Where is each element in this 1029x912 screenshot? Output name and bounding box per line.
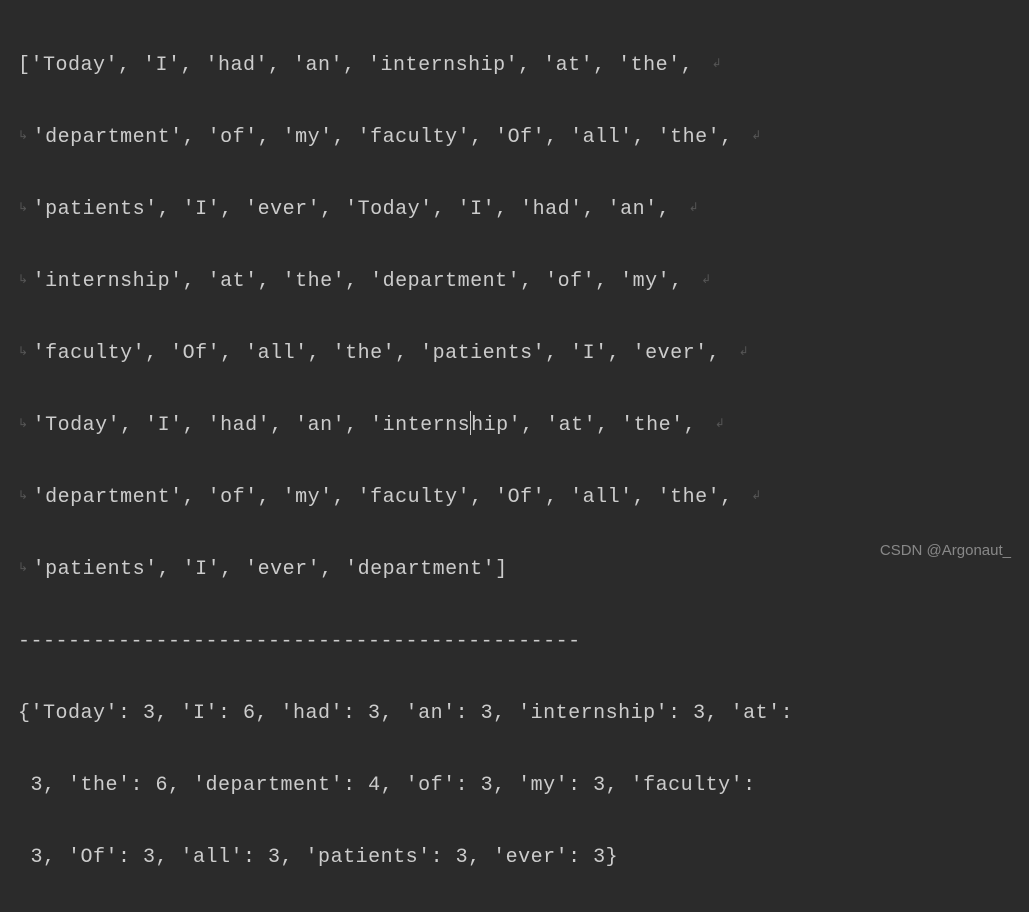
output-line: ↳'internship', 'at', 'the', 'department'… <box>18 264 1011 300</box>
divider-line: ----------------------------------------… <box>18 624 1011 660</box>
output-line: ↳'patients', 'I', 'ever', 'Today', 'I', … <box>18 192 1011 228</box>
output-line: ↳'department', 'of', 'my', 'faculty', 'O… <box>18 480 1011 516</box>
output-line: ↳'Today', 'I', 'had', 'an', 'internship'… <box>18 408 1011 444</box>
output-line: ↳'department', 'of', 'my', 'faculty', 'O… <box>18 120 1011 156</box>
wrap-end-icon: ↲ <box>715 417 726 431</box>
wrap-end-icon: ↲ <box>739 345 750 359</box>
output-line: ↳'faculty', 'Of', 'all', 'the', 'patient… <box>18 336 1011 372</box>
wrap-start-icon: ↳ <box>18 201 29 215</box>
watermark-text: CSDN @Argonaut_ <box>880 537 1011 564</box>
console-output: ['Today', 'I', 'had', 'an', 'internship'… <box>18 12 1011 912</box>
wrap-end-icon: ↲ <box>712 57 723 71</box>
wrap-end-icon: ↲ <box>701 273 712 287</box>
output-line: {'Today': 3, 'I': 6, 'had': 3, 'an': 3, … <box>18 696 1011 732</box>
output-line: ['Today', 'I', 'had', 'an', 'internship'… <box>18 48 1011 84</box>
output-line: ↳'patients', 'I', 'ever', 'department'] <box>18 552 1011 588</box>
wrap-start-icon: ↳ <box>18 273 29 287</box>
wrap-start-icon: ↳ <box>18 417 29 431</box>
wrap-start-icon: ↳ <box>18 129 29 143</box>
wrap-start-icon: ↳ <box>18 345 29 359</box>
output-line: 3, 'Of': 3, 'all': 3, 'patients': 3, 'ev… <box>18 840 1011 876</box>
wrap-end-icon: ↲ <box>751 129 762 143</box>
wrap-end-icon: ↲ <box>689 201 700 215</box>
output-line: 3, 'the': 6, 'department': 4, 'of': 3, '… <box>18 768 1011 804</box>
wrap-start-icon: ↳ <box>18 489 29 503</box>
wrap-start-icon: ↳ <box>18 561 29 575</box>
wrap-end-icon: ↲ <box>751 489 762 503</box>
